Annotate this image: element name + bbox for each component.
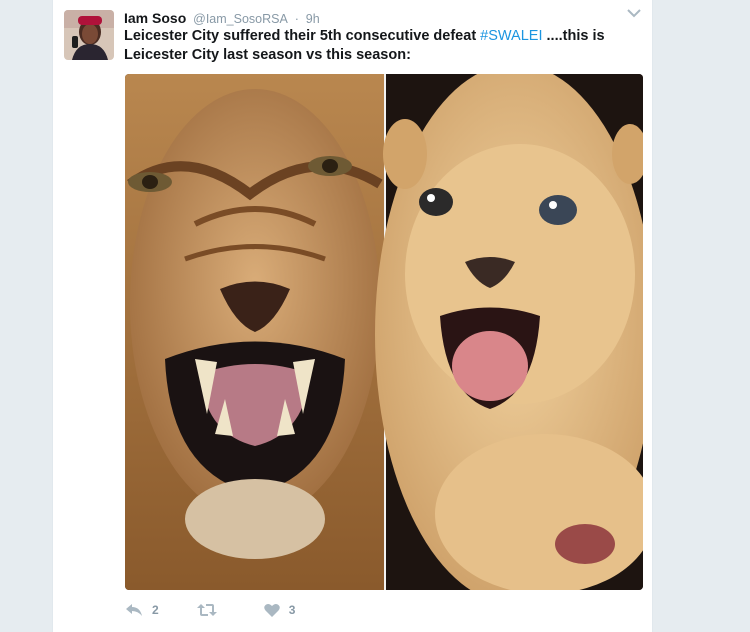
avatar-image [64, 10, 114, 60]
like-count: 3 [288, 603, 296, 617]
reply-count: 2 [152, 603, 159, 617]
tweet-text-part-1: Leicester City suffered their 5th consec… [124, 28, 481, 44]
retweet-button[interactable] [196, 603, 226, 617]
retweet-icon [196, 604, 217, 616]
adult-lion-panel [125, 74, 385, 590]
tweet-timestamp[interactable]: 9h [306, 12, 320, 26]
avatar[interactable] [64, 10, 114, 60]
tweet-card[interactable]: Iam Soso @Iam_SosoRSA · 9h Leicester Cit… [52, 0, 653, 632]
tweet-media-image[interactable] [125, 74, 643, 590]
tweet-text: Leicester City suffered their 5th consec… [124, 27, 644, 65]
tweet-header: Iam Soso @Iam_SosoRSA · 9h [124, 9, 320, 27]
heart-icon [263, 603, 280, 617]
more-options-caret-icon[interactable] [626, 6, 642, 20]
author-handle[interactable]: @Iam_SosoRSA [193, 12, 288, 26]
reply-icon [126, 604, 142, 616]
hashtag-link[interactable]: #SWALEI [480, 28, 542, 44]
separator-dot: · [294, 12, 299, 26]
tweet-actions: 2 3 [125, 600, 333, 620]
author-name[interactable]: Iam Soso [124, 10, 186, 26]
lion-cub-panel [375, 74, 643, 590]
like-button[interactable]: 3 [263, 603, 296, 617]
reply-button[interactable]: 2 [125, 603, 159, 617]
